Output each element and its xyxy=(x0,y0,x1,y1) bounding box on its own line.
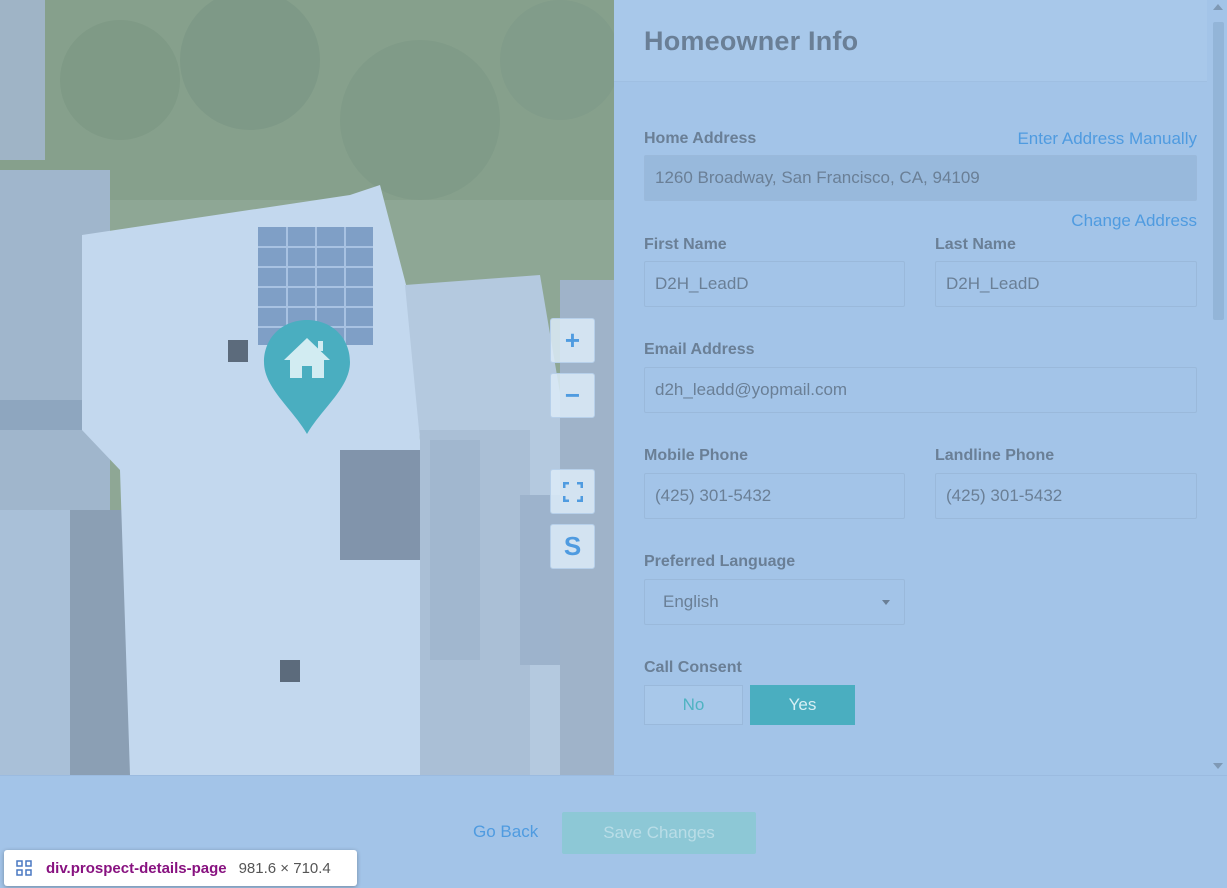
home-pin-marker[interactable] xyxy=(262,318,352,436)
call-consent-no-button[interactable]: No xyxy=(644,685,743,725)
zoom-in-button[interactable]: + xyxy=(550,318,595,363)
homeowner-info-panel: Homeowner Info Home Address Enter Addres… xyxy=(614,0,1227,775)
last-name-field[interactable]: D2H_LeadD xyxy=(935,261,1197,307)
call-consent-label: Call Consent xyxy=(644,659,742,676)
panel-title: Homeowner Info xyxy=(644,26,859,56)
home-address-field[interactable]: 1260 Broadway, San Francisco, CA, 94109 xyxy=(644,155,1197,201)
save-changes-label: Save Changes xyxy=(603,823,715,842)
first-name-field[interactable]: D2H_LeadD xyxy=(644,261,905,307)
minus-icon: − xyxy=(564,380,581,410)
no-label: No xyxy=(682,695,705,714)
email-label: Email Address xyxy=(644,341,755,358)
scroll-down-arrow-icon[interactable] xyxy=(1213,763,1223,769)
preferred-language-label: Preferred Language xyxy=(644,553,796,570)
scroll-up-arrow-icon[interactable] xyxy=(1213,4,1223,10)
preferred-language-value: English xyxy=(663,592,719,611)
map-view[interactable]: + − S xyxy=(0,0,614,775)
mobile-phone-field[interactable]: (425) 301-5432 xyxy=(644,473,905,519)
yes-label: Yes xyxy=(788,695,817,714)
call-consent-yes-button[interactable]: Yes xyxy=(750,685,855,725)
satellite-toggle-button[interactable]: S xyxy=(550,524,595,569)
first-name-label: First Name xyxy=(644,236,727,253)
plus-icon: + xyxy=(564,325,581,355)
change-address-link[interactable]: Change Address xyxy=(1071,211,1197,231)
go-back-link[interactable]: Go Back xyxy=(473,822,538,842)
enter-address-manually-link[interactable]: Enter Address Manually xyxy=(1017,129,1197,149)
scrollbar-thumb[interactable] xyxy=(1213,22,1224,320)
fullscreen-icon xyxy=(562,481,583,502)
devtools-dimensions: 981.6 × 710.4 xyxy=(238,859,331,877)
devtools-selector: div.prospect-details-page xyxy=(46,859,227,877)
satellite-label: S xyxy=(563,531,582,561)
fullscreen-button[interactable] xyxy=(550,469,595,514)
landline-phone-field[interactable]: (425) 301-5432 xyxy=(935,473,1197,519)
panel-header: Homeowner Info xyxy=(614,0,1227,82)
devtools-element-tooltip: div.prospect-details-page 981.6 × 710.4 xyxy=(4,850,357,886)
last-name-label: Last Name xyxy=(935,236,1016,253)
preferred-language-select[interactable]: English xyxy=(644,579,905,625)
zoom-out-button[interactable]: − xyxy=(550,373,595,418)
save-changes-button[interactable]: Save Changes xyxy=(562,812,756,854)
element-grid-icon xyxy=(16,860,32,876)
home-address-label: Home Address xyxy=(644,130,757,147)
chevron-down-icon xyxy=(882,600,890,605)
landline-phone-label: Landline Phone xyxy=(935,447,1055,464)
panel-scrollbar[interactable] xyxy=(1207,0,1227,775)
email-field[interactable]: d2h_leadd@yopmail.com xyxy=(644,367,1197,413)
mobile-phone-label: Mobile Phone xyxy=(644,447,748,464)
